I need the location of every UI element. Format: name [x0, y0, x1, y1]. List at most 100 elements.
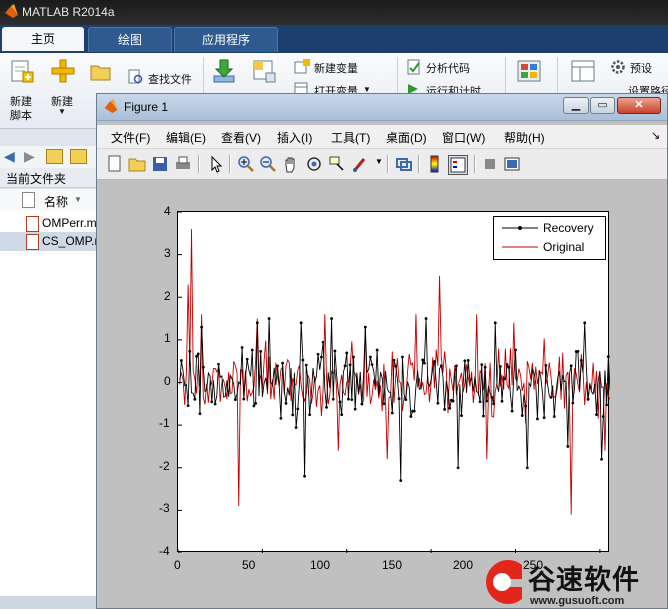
- open-folder-icon[interactable]: [128, 155, 146, 173]
- preferences-gear-icon[interactable]: [610, 59, 626, 75]
- hide-plot-tools-icon[interactable]: [481, 155, 499, 173]
- browse-folder-icon[interactable]: [70, 149, 87, 164]
- list-item[interactable]: CS_OMP.m: [0, 232, 104, 251]
- recovery-point: [320, 355, 323, 359]
- tab-home[interactable]: 主页: [2, 27, 84, 51]
- pan-hand-icon[interactable]: [282, 155, 300, 173]
- new-dropdown-icon[interactable]: ▼: [58, 107, 66, 116]
- recovery-point: [421, 358, 425, 362]
- recovery-point: [605, 403, 609, 407]
- menu-window[interactable]: 窗口(W): [442, 129, 485, 146]
- x-tick-label: 0: [174, 558, 181, 572]
- data-cursor-icon[interactable]: [328, 155, 346, 173]
- legend-icon[interactable]: [448, 155, 468, 175]
- new-variable-icon[interactable]: [294, 59, 310, 75]
- y-tick-label: 3: [164, 246, 171, 260]
- analyze-code-icon[interactable]: [406, 59, 422, 75]
- recovery-point: [490, 396, 494, 399]
- file-list-column-header[interactable]: 名称 ▼: [0, 189, 98, 212]
- recovery-point: [267, 317, 271, 320]
- find-files-icon[interactable]: [128, 69, 144, 85]
- plot-canvas: [178, 212, 610, 553]
- menu-tools[interactable]: 工具(T): [331, 129, 370, 146]
- recovery-point: [291, 413, 295, 417]
- rotate-icon[interactable]: [305, 155, 323, 173]
- recovery-point: [505, 363, 509, 366]
- brush-icon[interactable]: [351, 155, 369, 173]
- recovery-point: [375, 348, 379, 352]
- recovery-point: [536, 417, 539, 421]
- legend-label-recovery: Recovery: [543, 221, 594, 235]
- recovery-point: [363, 325, 367, 329]
- find-files-label[interactable]: 查找文件: [148, 71, 192, 87]
- dock-arrow-icon[interactable]: ↘: [651, 129, 660, 142]
- tab-apps[interactable]: 应用程序: [174, 27, 278, 52]
- new-variable-label[interactable]: 新建变量: [314, 60, 358, 76]
- show-plot-tools-icon[interactable]: [503, 155, 521, 173]
- menu-edit[interactable]: 编辑(E): [166, 129, 206, 146]
- recovery-point: [213, 402, 217, 406]
- zoom-out-icon[interactable]: [259, 155, 277, 173]
- recovery-point: [586, 397, 590, 401]
- minimize-button[interactable]: ▁: [563, 97, 589, 114]
- recovery-point: [569, 364, 573, 368]
- recovery-point: [576, 349, 580, 353]
- new-script-icon[interactable]: [10, 59, 34, 85]
- recovery-point: [480, 363, 484, 367]
- print-icon[interactable]: [174, 155, 192, 173]
- new-file-icon[interactable]: [106, 155, 124, 173]
- open-folder-icon[interactable]: [90, 63, 112, 81]
- recovery-point: [600, 457, 603, 461]
- recovery-point: [409, 415, 413, 418]
- arrow-icon[interactable]: [207, 155, 225, 173]
- recovery-point: [524, 404, 528, 408]
- x-tick-label: 50: [242, 558, 256, 572]
- recovery-point: [451, 399, 455, 403]
- brush-dropdown-icon[interactable]: ▼: [375, 157, 383, 166]
- simulink-library-icon[interactable]: [516, 59, 542, 83]
- preferences-label[interactable]: 预设: [630, 60, 652, 76]
- back-arrow-icon[interactable]: ◀: [4, 148, 15, 165]
- forward-arrow-icon[interactable]: ▶: [24, 148, 35, 165]
- recovery-point: [456, 466, 460, 470]
- close-button[interactable]: ✕: [617, 97, 661, 114]
- recovery-point: [493, 321, 497, 325]
- y-tick-label: -2: [159, 459, 170, 473]
- import-data-icon[interactable]: [212, 58, 236, 84]
- recovery-point: [245, 357, 249, 361]
- menu-insert[interactable]: 插入(I): [277, 129, 312, 146]
- y-tick-label: 4: [164, 204, 171, 218]
- zoom-in-icon[interactable]: [237, 155, 255, 173]
- sort-arrow-icon[interactable]: ▼: [74, 195, 82, 204]
- recovery-point: [284, 401, 288, 405]
- new-plus-icon[interactable]: [51, 59, 75, 83]
- workspace-grid-icon[interactable]: [252, 59, 276, 83]
- list-item[interactable]: OMPerr.m: [0, 214, 98, 233]
- up-folder-icon[interactable]: [46, 149, 63, 164]
- name-column-label[interactable]: 名称: [44, 193, 68, 210]
- save-icon[interactable]: [151, 155, 169, 173]
- new-script-label-2[interactable]: 脚本: [10, 107, 32, 123]
- menu-view[interactable]: 查看(V): [221, 129, 261, 146]
- recovery-point: [345, 351, 349, 355]
- recovery-point: [394, 364, 398, 368]
- colorbar-icon[interactable]: [426, 155, 444, 173]
- maximize-button[interactable]: ▭: [590, 97, 615, 114]
- menu-file[interactable]: 文件(F): [111, 129, 150, 146]
- plot-axes[interactable]: [177, 211, 610, 553]
- figure-title-bar[interactable]: Figure 1 ▁ ▭ ✕: [97, 94, 667, 121]
- link-icon[interactable]: [395, 155, 413, 173]
- analyze-code-label[interactable]: 分析代码: [426, 60, 470, 76]
- y-tick-label: 2: [164, 289, 171, 303]
- recovery-point: [514, 348, 517, 352]
- file-list: OMPerr.m CS_OMP.m: [0, 211, 104, 609]
- menu-help[interactable]: 帮助(H): [504, 129, 545, 146]
- layout-icon[interactable]: [570, 59, 596, 83]
- recovery-point: [316, 352, 320, 356]
- recovery-point: [498, 364, 502, 368]
- tab-plots[interactable]: 绘图: [88, 27, 172, 52]
- matlab-title-bar: MATLAB R2014a: [0, 0, 668, 25]
- recovery-point: [193, 397, 197, 401]
- chart-legend[interactable]: Recovery Original: [493, 216, 606, 260]
- menu-desktop[interactable]: 桌面(D): [386, 129, 427, 146]
